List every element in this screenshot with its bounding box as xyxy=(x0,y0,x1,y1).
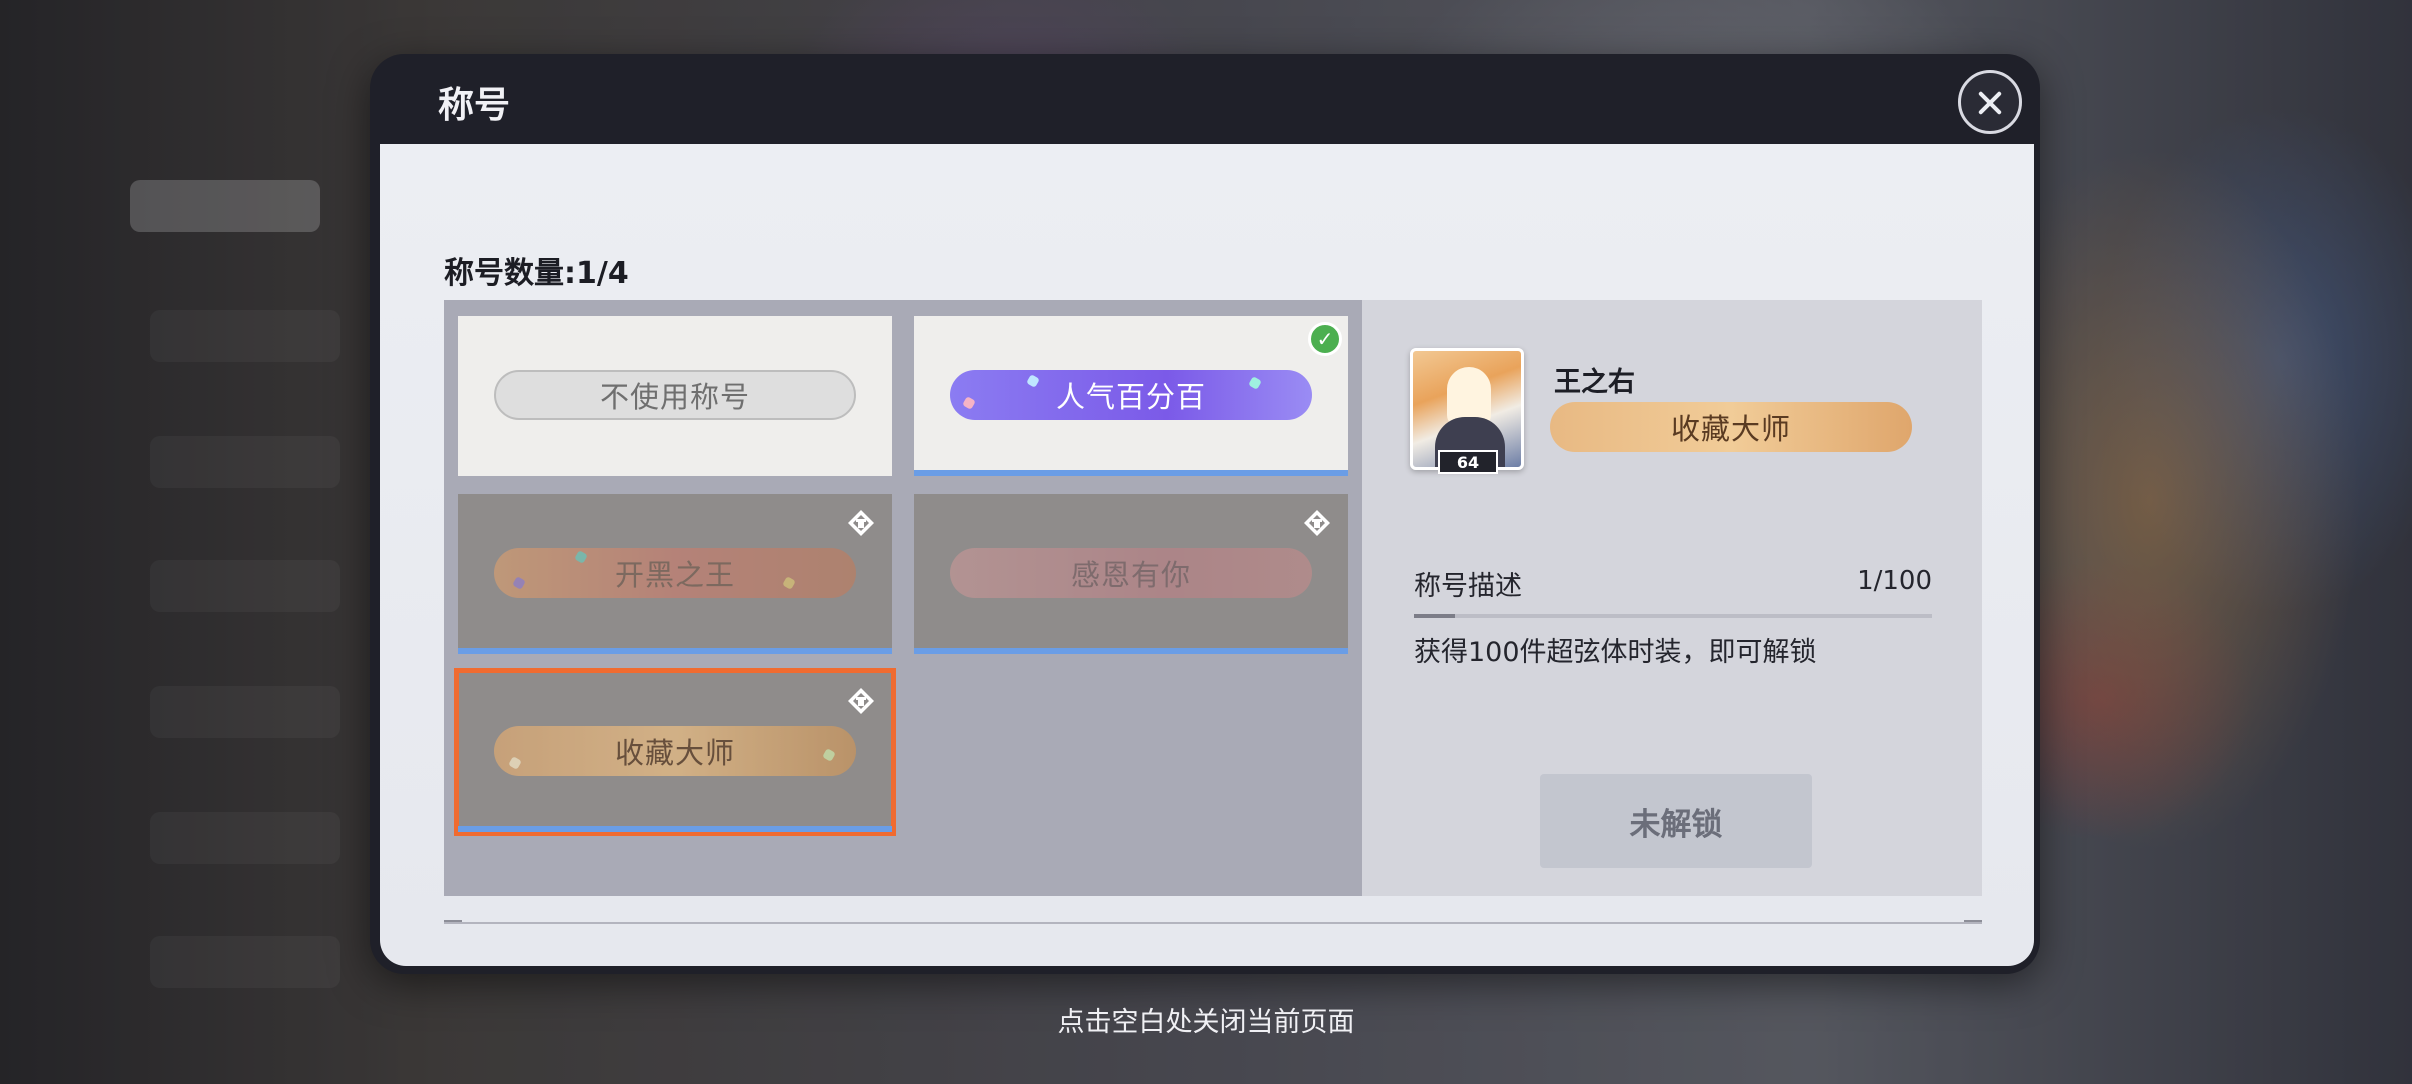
title-tile-thanks[interactable]: 感恩有你 xyxy=(914,494,1348,654)
title-dialog: 称号 称号数量:1/4 不使用称号 人气百分百 ✓ 开黑之王 感恩有你 收藏大师… xyxy=(370,54,2040,974)
confetti-decoration xyxy=(782,576,796,590)
scroll-start-cap xyxy=(444,920,462,930)
title-grid: 不使用称号 人气百分百 ✓ 开黑之王 感恩有你 收藏大师 xyxy=(444,300,1362,896)
close-button[interactable] xyxy=(1958,70,2022,134)
close-hint: 点击空白处关闭当前页面 xyxy=(1057,1007,1355,1038)
avatar-level-badge: 64 xyxy=(1438,450,1498,474)
dialog-body: 称号数量:1/4 不使用称号 人气百分百 ✓ 开黑之王 感恩有你 收藏大师 64… xyxy=(380,144,2034,966)
tile-underline xyxy=(458,826,892,832)
confetti-decoration xyxy=(962,396,976,410)
tile-underline xyxy=(458,648,892,654)
confetti-decoration xyxy=(508,756,522,770)
confetti-decoration xyxy=(822,748,836,762)
dialog-title: 称号 xyxy=(438,85,511,126)
check-icon: ✓ xyxy=(1308,322,1342,356)
title-tile-king[interactable]: 开黑之王 xyxy=(458,494,892,654)
confetti-decoration xyxy=(574,550,588,564)
unlock-description: 获得100件超弦体时装，即可解锁 xyxy=(1414,637,1817,668)
title-pill: 感恩有你 xyxy=(950,548,1312,598)
scroll-end-cap xyxy=(1964,920,1982,930)
description-heading: 称号描述 xyxy=(1414,571,1522,602)
title-pill-label: 感恩有你 xyxy=(1070,558,1191,592)
title-pill: 收藏大师 xyxy=(494,726,856,776)
confetti-decoration xyxy=(1026,374,1040,388)
lock-icon xyxy=(1304,510,1330,536)
lock-icon xyxy=(848,688,874,714)
tile-underline xyxy=(914,648,1348,654)
progress-bar xyxy=(1414,614,1932,618)
tile-underline xyxy=(914,470,1348,476)
progress-text: 1/100 xyxy=(1857,566,1932,596)
title-pill-label: 人气百分百 xyxy=(1055,380,1206,414)
selected-title-pill: 收藏大师 xyxy=(1550,402,1912,452)
title-pill-label: 收藏大师 xyxy=(614,736,735,770)
progress-bar-fill xyxy=(1414,614,1456,618)
title-pill: 人气百分百 xyxy=(950,370,1312,420)
title-pill-label: 开黑之王 xyxy=(614,558,735,592)
player-name: 王之右 xyxy=(1554,367,1635,398)
title-tile-popular[interactable]: 人气百分百 ✓ xyxy=(914,316,1348,476)
title-count-label: 称号数量:1/4 xyxy=(444,256,629,291)
scroll-track[interactable] xyxy=(444,922,1982,924)
title-pill: 不使用称号 xyxy=(494,370,856,420)
confetti-decoration xyxy=(512,576,526,590)
title-tile-none[interactable]: 不使用称号 xyxy=(458,316,892,476)
lock-icon xyxy=(848,510,874,536)
title-detail-panel: 64 王之右 收藏大师 称号描述 1/100 获得100件超弦体时装，即可解锁 … xyxy=(1362,300,1982,896)
confetti-decoration xyxy=(1248,376,1262,390)
title-tile-collector[interactable]: 收藏大师 xyxy=(454,668,896,836)
unlock-button[interactable]: 未解锁 xyxy=(1540,774,1812,868)
title-pill: 开黑之王 xyxy=(494,548,856,598)
